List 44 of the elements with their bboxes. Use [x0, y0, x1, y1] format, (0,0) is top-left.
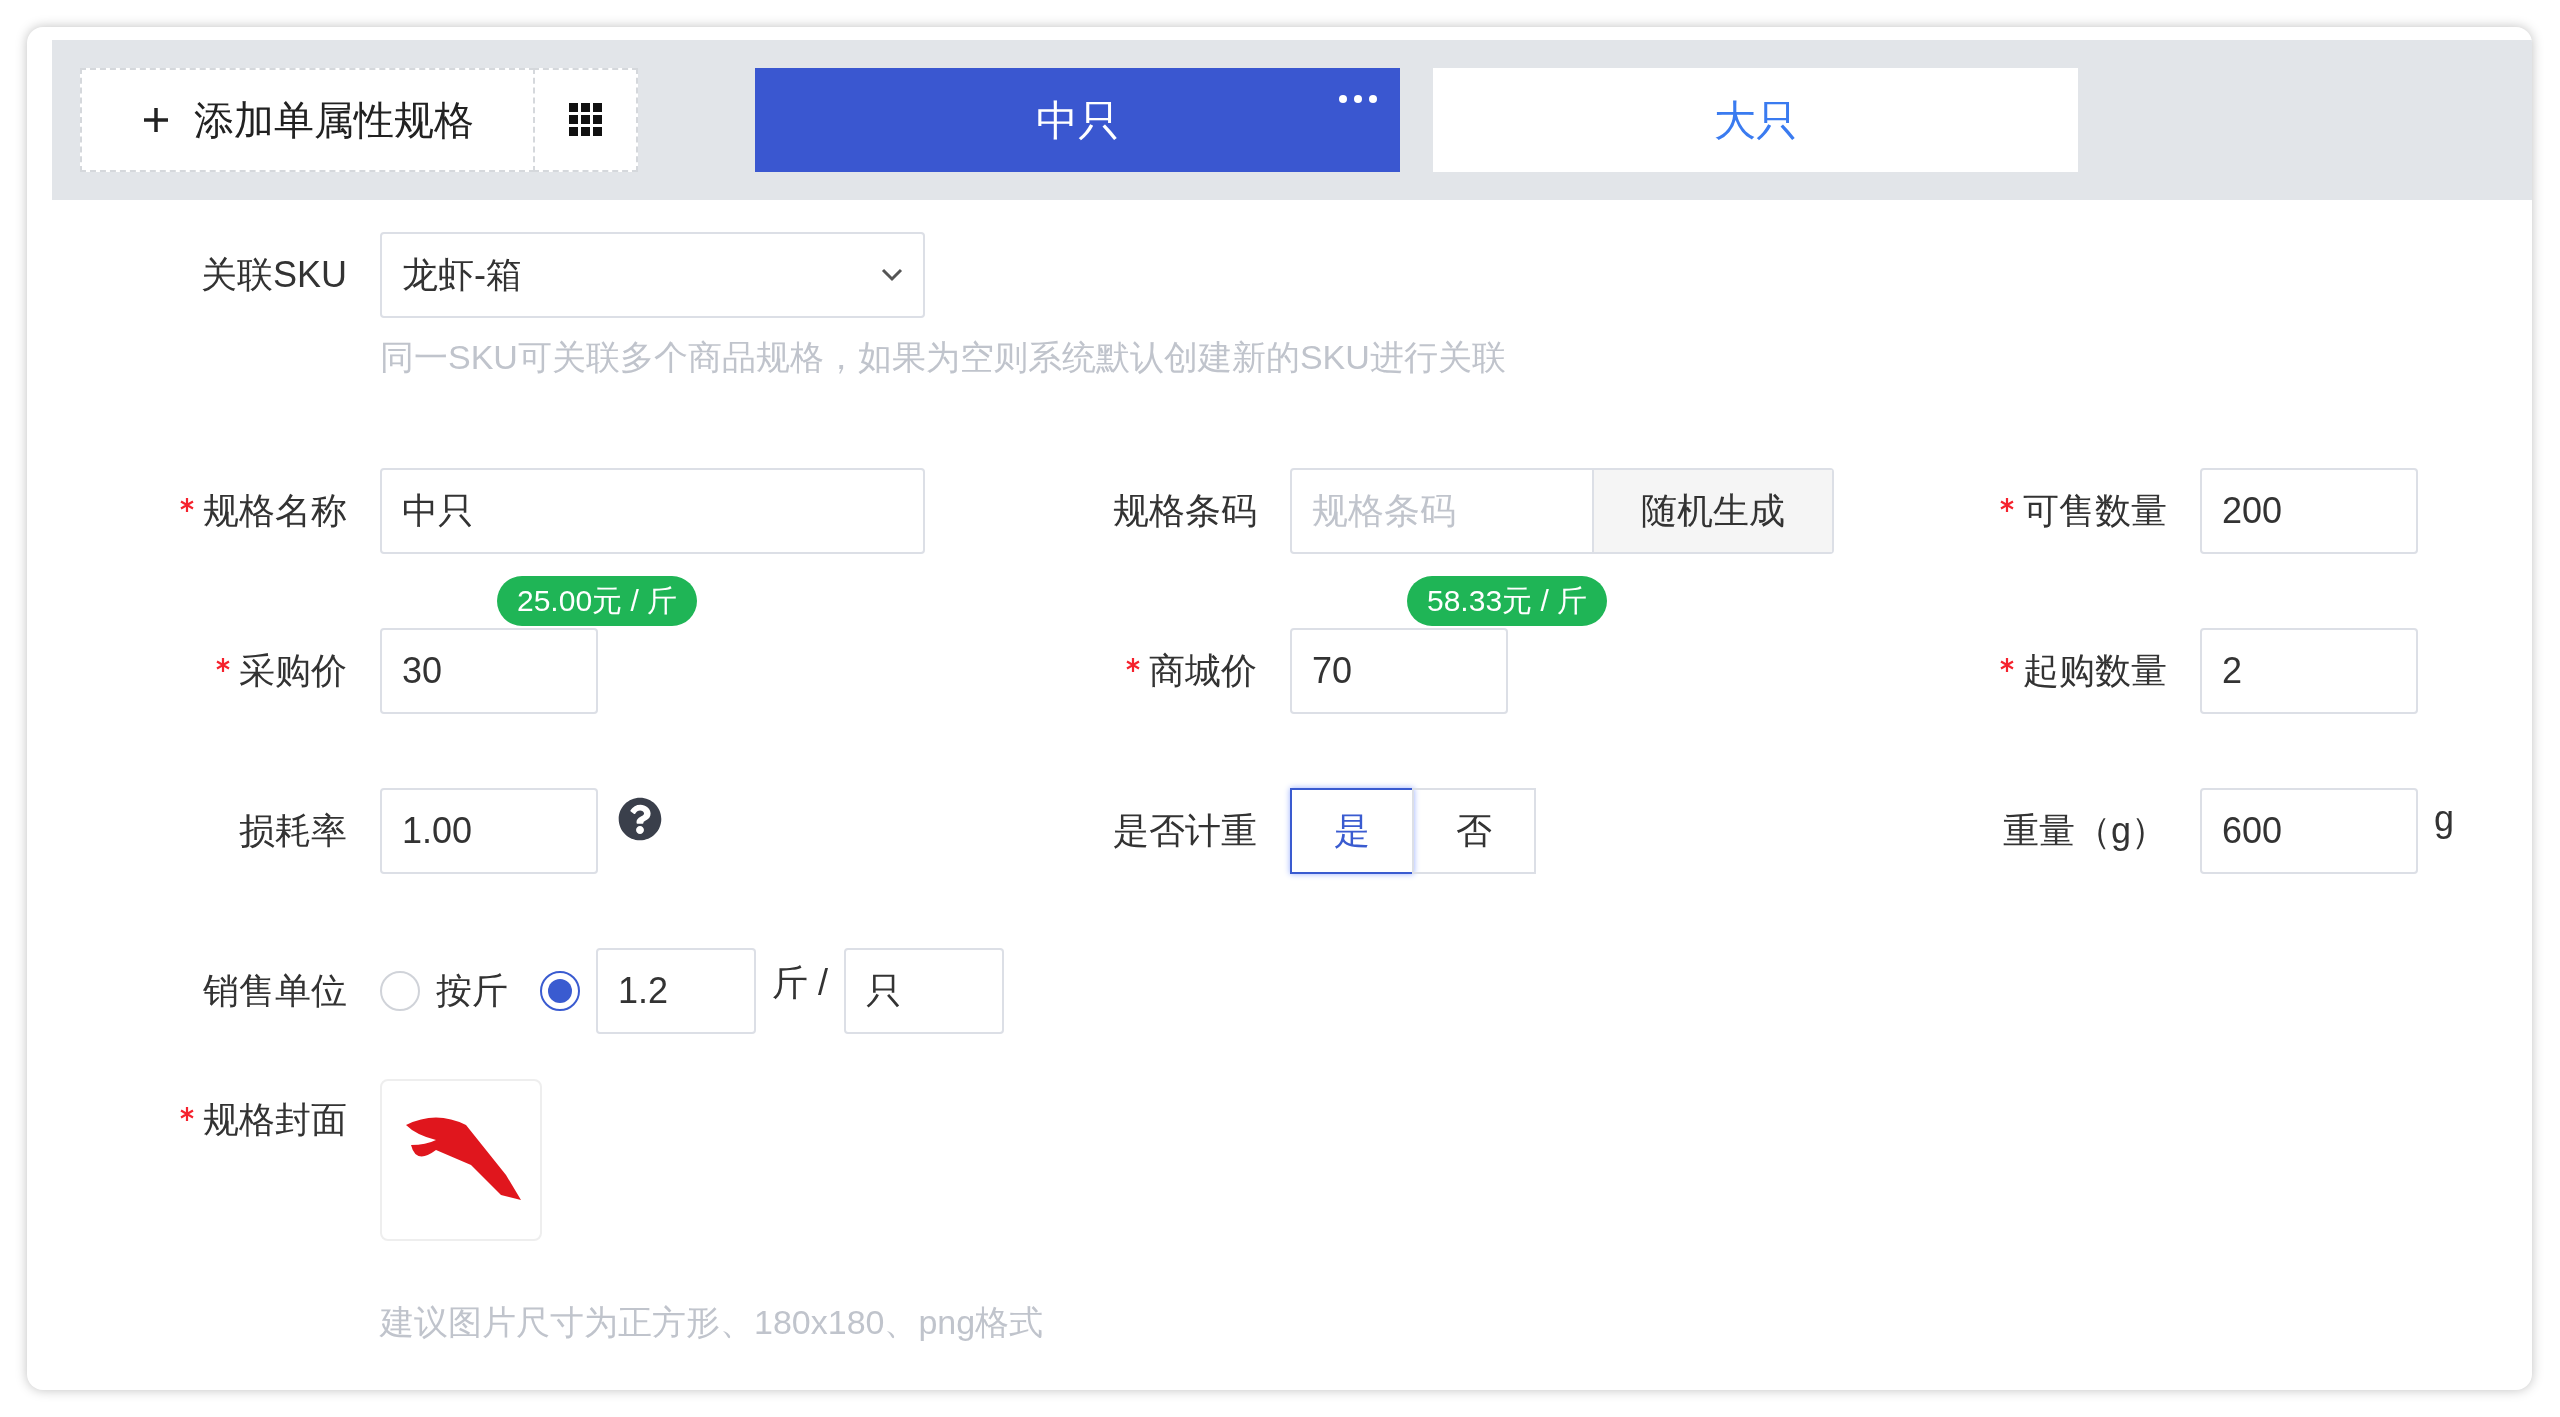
field-label: 重量（g）: [2002, 809, 2167, 853]
field-label: 规格名称: [203, 489, 347, 533]
sku-select[interactable]: 龙虾-箱: [380, 232, 925, 318]
text-input[interactable]: 2: [2200, 628, 2418, 714]
text-input[interactable]: 1.00: [380, 788, 598, 874]
field-label: 可售数量: [2023, 489, 2167, 533]
text-input[interactable]: 200: [2200, 468, 2418, 554]
field-label: 是否计重: [1113, 809, 1257, 853]
grid-menu-button[interactable]: [533, 68, 638, 172]
help-icon[interactable]: [618, 797, 662, 841]
text-input[interactable]: 中只: [380, 468, 925, 554]
unit-separator: 斤 /: [772, 961, 828, 1005]
spec-tab[interactable]: 中只: [755, 68, 1400, 172]
toggle-option[interactable]: 否: [1412, 788, 1536, 874]
text-input[interactable]: 70: [1290, 628, 1508, 714]
field-label: 规格条码: [1113, 489, 1257, 533]
field-label: 规格封面: [203, 1098, 347, 1142]
field-label: 关联SKU: [200, 253, 347, 297]
text-input[interactable]: 30: [380, 628, 598, 714]
radio-label: 按斤: [436, 969, 508, 1013]
radio-button[interactable]: [540, 971, 580, 1011]
field-label: 采购价: [239, 649, 347, 693]
price-badge: 25.00元 / 斤: [497, 576, 698, 626]
more-icon[interactable]: [1338, 94, 1378, 104]
unit-input[interactable]: 只: [844, 948, 1004, 1034]
sku-hint: 同一SKU可关联多个商品规格，如果为空则系统默认创建新的SKU进行关联: [380, 337, 1507, 378]
amount-input[interactable]: 1.2: [596, 948, 756, 1034]
add-spec-button[interactable]: 添加单属性规格: [80, 68, 535, 172]
text-input[interactable]: 600: [2200, 788, 2418, 874]
generate-button[interactable]: 随机生成: [1592, 470, 1832, 552]
field-label: 起购数量: [2023, 649, 2167, 693]
unit-suffix: g: [2434, 797, 2455, 841]
cover-hint: 建议图片尺寸为正方形、180x180、png格式: [380, 1302, 1045, 1343]
cover-image[interactable]: [380, 1079, 542, 1241]
barcode-field[interactable]: 规格条码 随机生成: [1290, 468, 1834, 554]
chevron-down-icon: [881, 268, 903, 282]
grid-icon: [568, 103, 603, 137]
price-badge: 58.33元 / 斤: [1407, 576, 1608, 626]
field-label: 销售单位: [203, 969, 347, 1013]
field-label: 损耗率: [239, 809, 347, 853]
spec-tab[interactable]: 大只: [1433, 68, 2078, 172]
field-label: 商城价: [1149, 649, 1257, 693]
toggle-option[interactable]: 是: [1290, 788, 1414, 874]
plus-icon: [141, 106, 170, 134]
